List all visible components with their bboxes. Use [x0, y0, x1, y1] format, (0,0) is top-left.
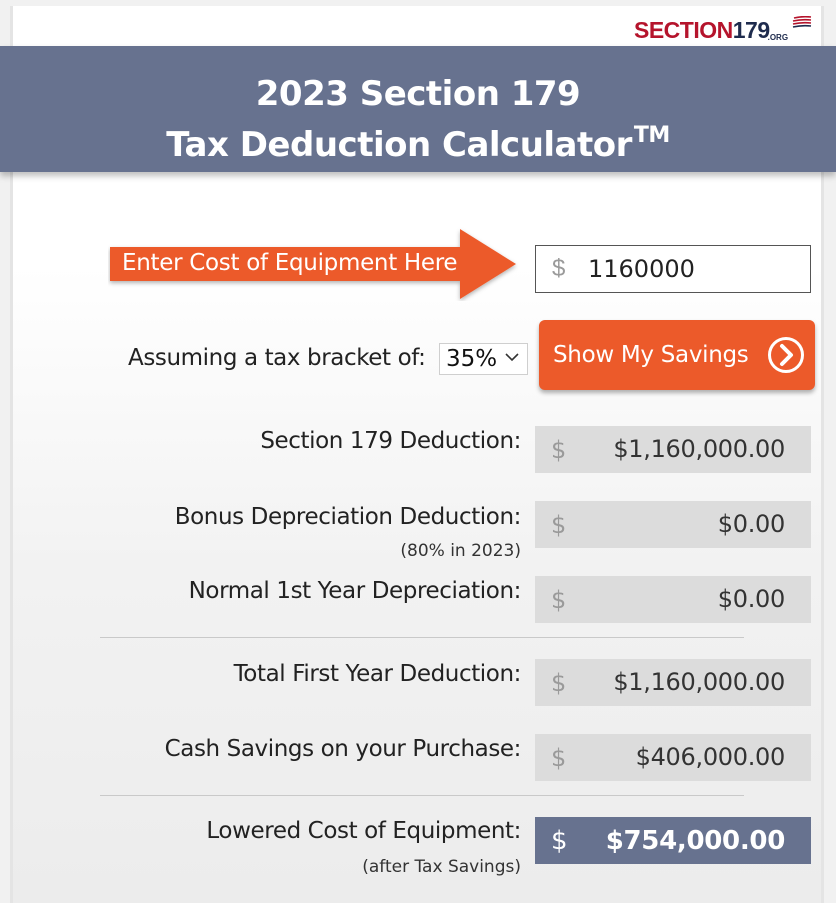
- cash-savings-label: Cash Savings on your Purchase:: [164, 736, 522, 762]
- trademark-mark: TM: [633, 123, 670, 148]
- chevron-down-icon: [505, 353, 519, 362]
- tax-bracket-select[interactable]: 35%: [439, 343, 528, 375]
- header-title-line2: Tax Deduction Calculator: [166, 125, 632, 165]
- section179-logo[interactable]: SECTION179 .ORG: [634, 14, 812, 44]
- header-title-line1: 2023 Section 179: [255, 74, 581, 114]
- cash-savings-output: $ $406,000.00: [535, 734, 811, 781]
- normal-depreciation-label: Normal 1st Year Depreciation:: [188, 578, 522, 604]
- currency-symbol: $: [551, 668, 567, 697]
- tax-bracket-label: Assuming a tax bracket of:: [128, 345, 426, 371]
- equipment-cost-input[interactable]: [588, 255, 788, 283]
- divider: [100, 637, 744, 638]
- show-savings-button[interactable]: Show My Savings: [539, 320, 815, 390]
- currency-symbol: $: [552, 255, 566, 282]
- arrow-label: Enter Cost of Equipment Here: [122, 250, 458, 276]
- currency-symbol: $: [551, 435, 567, 464]
- bonus-depreciation-value: $0.00: [717, 510, 786, 538]
- section179-deduction-output: $ $1,160,000.00: [535, 426, 811, 473]
- logo-tld: .ORG: [767, 33, 789, 42]
- lowered-cost-output: $ $754,000.00: [535, 817, 811, 864]
- normal-depreciation-output: $ $0.00: [535, 576, 811, 623]
- circle-arrow-right-icon: [768, 337, 804, 373]
- currency-symbol: $: [551, 585, 567, 614]
- normal-depreciation-value: $0.00: [717, 585, 786, 613]
- flag-stripes-icon: [792, 16, 812, 28]
- currency-symbol: $: [551, 743, 567, 772]
- bonus-depreciation-output: $ $0.00: [535, 501, 811, 548]
- currency-symbol: $: [551, 510, 567, 539]
- section179-deduction-value: $1,160,000.00: [613, 435, 785, 463]
- show-savings-label: Show My Savings: [553, 342, 749, 368]
- tax-bracket-value: 35%: [446, 346, 498, 372]
- logo-brand-179: 179: [732, 17, 770, 43]
- equipment-cost-field[interactable]: $: [535, 245, 811, 293]
- section179-deduction-label: Section 179 Deduction:: [260, 428, 521, 454]
- bonus-depreciation-note: (80% in 2023): [400, 541, 521, 561]
- lowered-cost-value: $754,000.00: [605, 826, 786, 856]
- calculator-header: 2023 Section 179 Tax Deduction Calculato…: [0, 46, 836, 172]
- lowered-cost-note: (after Tax Savings): [362, 857, 521, 877]
- currency-symbol: $: [551, 825, 568, 856]
- total-deduction-label: Total First Year Deduction:: [233, 661, 522, 687]
- cash-savings-value: $406,000.00: [635, 743, 786, 771]
- total-deduction-value: $1,160,000.00: [613, 668, 785, 696]
- bonus-depreciation-label: Bonus Depreciation Deduction:: [174, 504, 522, 530]
- logo-brand-section: SECTION: [634, 17, 733, 43]
- lowered-cost-label: Lowered Cost of Equipment:: [206, 818, 521, 844]
- divider: [100, 795, 744, 796]
- total-deduction-output: $ $1,160,000.00: [535, 659, 811, 706]
